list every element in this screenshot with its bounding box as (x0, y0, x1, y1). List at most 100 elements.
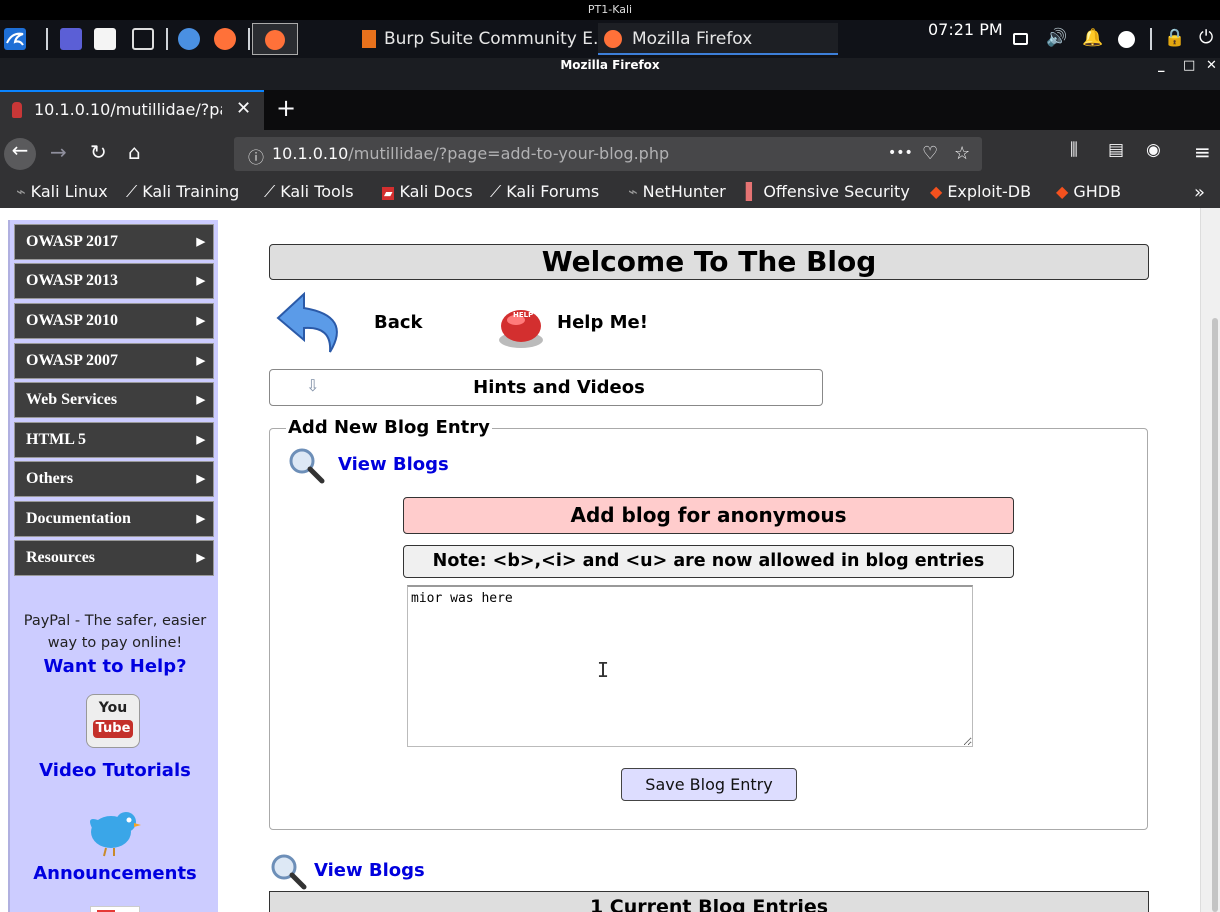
help-button-icon[interactable]: HELP (496, 300, 546, 350)
reload-button[interactable]: ↻ (90, 140, 107, 164)
url-text[interactable]: 10.1.0.10/mutillidae/?page=add-to-your-b… (272, 144, 669, 163)
blog-entry-textarea[interactable]: mior was here (407, 585, 973, 747)
close-window-button[interactable]: ✕ (1206, 58, 1217, 73)
submenu-arrow-icon: ▶ (196, 394, 205, 406)
nethunter-icon: ⌁ (628, 182, 638, 201)
text-cursor-icon: I (597, 658, 610, 682)
tab-title: 10.1.0.10/mutillidae/?page=add-to-your-b… (34, 100, 222, 119)
reload-icon: ↻ (90, 140, 107, 164)
menu-others[interactable]: Others ▶ (14, 461, 214, 497)
forward-button[interactable]: → (50, 140, 67, 164)
kali-dragon-icon: ⟋ (126, 182, 138, 201)
menu-owasp-2010[interactable]: OWASP 2010 ▶ (14, 303, 214, 339)
clock[interactable]: 07:21 PM (928, 20, 1003, 58)
twitter-bird-icon[interactable] (84, 802, 142, 860)
bookmark-exploit-db[interactable]: ◆ Exploit-DB (930, 182, 1031, 201)
bookmarks-toolbar: ⌁ Kali Linux ⟋ Kali Training ⟋ Kali Tools ▰… (0, 178, 1220, 208)
back-nav-button[interactable]: ← (4, 138, 36, 170)
youtube-icon[interactable]: You Tube (86, 694, 140, 748)
firefox-launcher-icon[interactable] (214, 28, 236, 50)
volume-icon[interactable]: 🔊 (1046, 28, 1067, 48)
hints-and-videos-toggle[interactable]: ⇩ Hints and Videos (269, 369, 823, 406)
bookmark-kali-forums[interactable]: ⟋ Kali Forums (490, 182, 599, 202)
scrollbar-thumb[interactable] (1212, 318, 1218, 912)
help-me-link[interactable]: Help Me! (557, 312, 648, 333)
minimize-button[interactable]: _ (1158, 58, 1165, 73)
workspace-icon[interactable] (60, 28, 82, 50)
bookmark-nethunter[interactable]: ⌁ NetHunter (628, 182, 726, 201)
menu-resources[interactable]: Resources ▶ (14, 540, 214, 576)
kali-menu-icon[interactable] (4, 28, 26, 50)
lock-icon[interactable]: 🔒 (1164, 28, 1185, 48)
paypal-line: PayPal - The safer, easier (23, 613, 207, 629)
bookmark-ghdb[interactable]: ◆ GHDB (1056, 182, 1121, 201)
maximize-button[interactable]: □ (1183, 58, 1195, 73)
exploit-db-icon: ◆ (930, 182, 943, 201)
fieldset-legend: Add New Blog Entry (286, 417, 492, 438)
firefox-icon (604, 30, 622, 48)
bookmarks-overflow-button[interactable]: » (1194, 182, 1205, 203)
display-icon[interactable] (1013, 33, 1028, 45)
bookmark-kali-linux[interactable]: ⌁ Kali Linux (16, 182, 108, 201)
taskbar-firefox[interactable]: Mozilla Firefox (598, 23, 838, 55)
submenu-arrow-icon: ▶ (196, 513, 205, 525)
browser-blue-icon[interactable] (178, 28, 200, 50)
want-to-help-link[interactable]: Want to Help? (10, 656, 220, 677)
submenu-arrow-icon: ▶ (196, 473, 205, 485)
bookmark-label: Kali Docs (399, 182, 473, 201)
submenu-arrow-icon: ▶ (196, 552, 205, 564)
magnifier-icon[interactable] (286, 446, 326, 486)
bookmark-offensive-security[interactable]: ▌ Offensive Security (746, 182, 910, 201)
view-blogs-link-bottom[interactable]: View Blogs (314, 860, 425, 881)
tab-close-button[interactable]: ✕ (236, 98, 251, 119)
paypal-line: way to pay online! (47, 635, 183, 651)
file-manager-icon[interactable] (94, 28, 116, 50)
back-arrow-icon[interactable] (274, 290, 352, 356)
hamburger-menu-icon[interactable]: ≡ (1194, 140, 1211, 164)
bookmark-kali-training[interactable]: ⟋ Kali Training (126, 182, 239, 202)
menu-web-services[interactable]: Web Services ▶ (14, 382, 214, 418)
taskbar-burp[interactable]: Burp Suite Community E... (356, 23, 609, 55)
menu-owasp-2017[interactable]: OWASP 2017 ▶ (14, 224, 214, 260)
announcements-link[interactable]: Announcements (10, 863, 220, 884)
url-bar[interactable]: ⓘ 10.1.0.10/mutillidae/?page=add-to-your… (234, 137, 982, 171)
page-actions-icon[interactable]: ••• (888, 145, 913, 161)
menu-html5[interactable]: HTML 5 ▶ (14, 422, 214, 458)
video-tutorials-link[interactable]: Video Tutorials (10, 760, 220, 781)
network-icon[interactable] (1118, 31, 1135, 48)
menu-label: OWASP 2017 (26, 233, 119, 250)
back-link[interactable]: Back (374, 312, 423, 333)
notification-bell-icon[interactable]: 🔔 (1082, 28, 1103, 48)
site-info-icon[interactable]: ⓘ (248, 144, 264, 168)
kali-docs-icon: ▰ (382, 187, 395, 200)
library-icon[interactable]: ⫼ (1070, 140, 1078, 160)
partial-icon (90, 906, 140, 912)
submenu-arrow-icon: ▶ (196, 355, 205, 367)
kali-panel: Burp Suite Community E... Mozilla Firefo… (0, 20, 1220, 58)
bookmark-star-icon[interactable]: ☆ (954, 143, 970, 164)
magnifier-icon[interactable] (268, 852, 308, 892)
new-tab-button[interactable]: + (276, 94, 296, 122)
bookmark-kali-docs[interactable]: ▰ Kali Docs (382, 182, 473, 201)
mutillidae-favicon-icon (12, 102, 22, 118)
window-titlebar[interactable]: Mozilla Firefox _ □ ✕ (0, 58, 1220, 90)
firefox-active-launcher-icon[interactable] (252, 23, 298, 55)
pocket-icon[interactable]: ♡ (922, 143, 938, 164)
tab-active[interactable]: 10.1.0.10/mutillidae/?page=add-to-your-b… (0, 90, 264, 130)
terminal-icon[interactable] (132, 28, 154, 50)
home-icon: ⌂ (128, 140, 141, 164)
home-button[interactable]: ⌂ (128, 140, 141, 164)
sidebar-toggle-icon[interactable]: ▤ (1108, 140, 1124, 160)
view-blogs-link[interactable]: View Blogs (338, 454, 449, 475)
bookmark-label: Kali Linux (30, 182, 108, 201)
menu-owasp-2007[interactable]: OWASP 2007 ▶ (14, 343, 214, 379)
power-icon[interactable]: ⏻ (1199, 27, 1213, 48)
vm-title: PT1-Kali (0, 0, 1220, 20)
menu-documentation[interactable]: Documentation ▶ (14, 501, 214, 537)
bookmark-kali-tools[interactable]: ⟋ Kali Tools (264, 182, 354, 202)
paypal-text: PayPal - The safer, easier way to pay on… (10, 610, 220, 654)
kali-dragon-icon: ⌁ (16, 182, 26, 201)
menu-owasp-2013[interactable]: OWASP 2013 ▶ (14, 263, 214, 299)
account-icon[interactable]: ◉ (1146, 140, 1161, 160)
save-blog-entry-button[interactable]: Save Blog Entry (621, 768, 797, 801)
